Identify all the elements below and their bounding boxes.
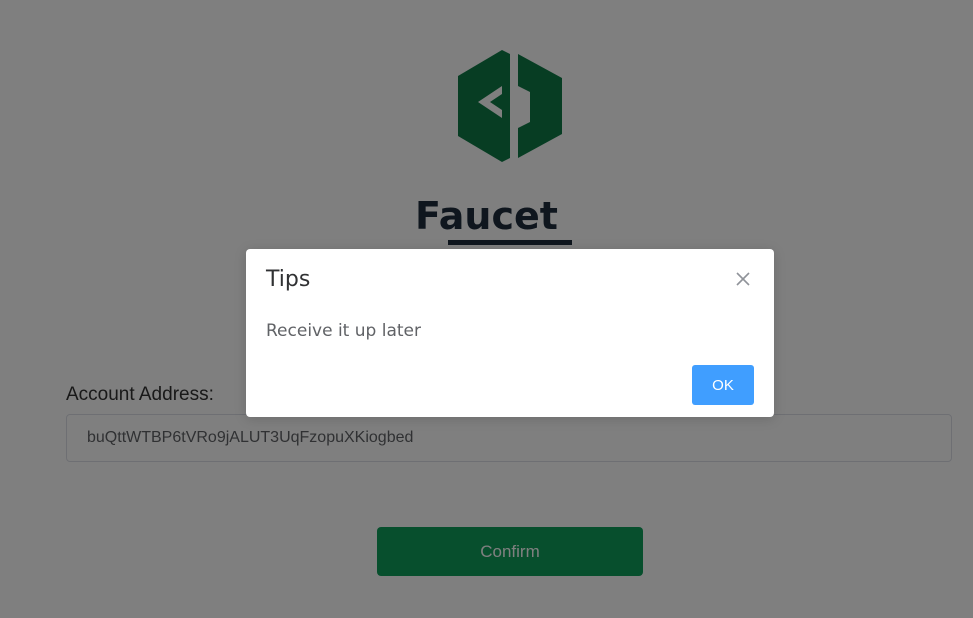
dialog-title: Tips [266,267,311,292]
dialog-message: Receive it up later [266,321,421,341]
close-icon[interactable] [734,270,752,288]
tips-dialog: Tips Receive it up later OK [246,249,774,417]
ok-button[interactable]: OK [692,365,754,405]
